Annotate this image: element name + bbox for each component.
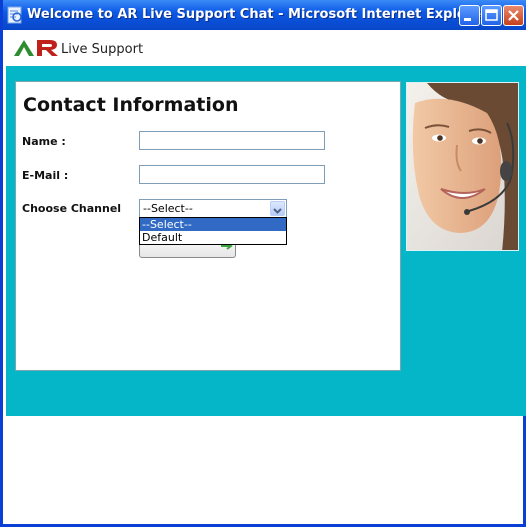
chevron-down-icon [273, 208, 282, 214]
page-header: Live Support [6, 30, 526, 66]
channel-selected-value: --Select-- [143, 202, 193, 215]
channel-option-default[interactable]: Default [140, 231, 286, 244]
maximize-button[interactable] [481, 5, 502, 26]
ar-logo [14, 40, 58, 56]
minimize-button[interactable] [459, 5, 480, 26]
name-input[interactable] [139, 131, 325, 150]
window-title: Welcome to AR Live Support Chat - Micros… [27, 7, 488, 22]
channel-option-select[interactable]: --Select-- [140, 218, 286, 231]
support-agent-image [407, 83, 518, 250]
dropdown-button[interactable] [270, 201, 285, 216]
minimize-icon [464, 18, 471, 21]
close-button[interactable] [503, 5, 524, 26]
channel-label: Choose Channel [22, 202, 122, 215]
brand-name: Live Support [61, 42, 144, 57]
name-label: Name : [22, 135, 66, 148]
contact-panel: Contact Information Name : E-Mail : Choo… [15, 81, 401, 371]
support-agent-photo [406, 82, 519, 251]
internet-explorer-icon [7, 6, 22, 24]
title-bar[interactable]: Welcome to AR Live Support Chat - Micros… [3, 0, 526, 30]
email-input[interactable] [139, 165, 325, 184]
channel-select[interactable]: --Select-- [139, 199, 287, 218]
maximize-icon [485, 9, 498, 21]
close-icon [508, 10, 519, 21]
channel-dropdown-list: --Select-- Default [139, 217, 287, 245]
page-title: Contact Information [23, 94, 239, 116]
email-label: E-Mail : [22, 169, 69, 182]
browser-window: Welcome to AR Live Support Chat - Micros… [0, 0, 526, 527]
